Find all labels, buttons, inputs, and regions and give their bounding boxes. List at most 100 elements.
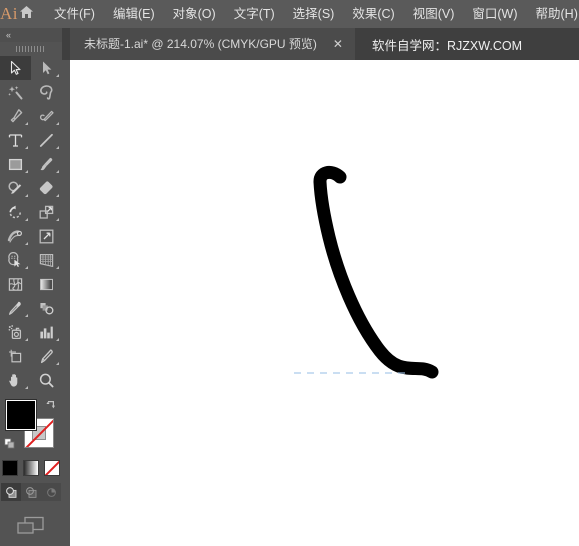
draw-inside-icon <box>46 487 56 497</box>
draw-inside-button[interactable] <box>41 483 61 501</box>
paint-mode-row <box>0 460 62 476</box>
home-button[interactable] <box>18 4 35 25</box>
paintbrush-icon <box>38 156 55 173</box>
curvature-tool[interactable] <box>31 104 62 128</box>
tool-flyout-corner-icon <box>25 266 28 269</box>
document-tab-bar: 未标题-1.ai* @ 214.07% (CMYK/GPU 预览) ✕ 软件自学… <box>0 28 579 60</box>
tool-flyout-corner-icon <box>56 122 59 125</box>
artboard-tool[interactable] <box>0 344 31 368</box>
selection-tool[interactable] <box>0 56 31 80</box>
lasso-icon <box>38 84 55 101</box>
tool-flyout-corner-icon <box>56 146 59 149</box>
curvature-pen-icon <box>38 108 55 125</box>
tool-flyout-corner-icon <box>56 338 59 341</box>
menu-object[interactable]: 对象(O) <box>164 5 225 24</box>
width-tool[interactable] <box>0 224 31 248</box>
tool-flyout-corner-icon <box>56 170 59 173</box>
tool-flyout-corner-icon <box>56 362 59 365</box>
canvas-left-gutter <box>62 60 70 546</box>
menu-bar: Ai 文件(F) 编辑(E) 对象(O) 文字(T) 选择(S) 效果(C) 视… <box>0 0 579 28</box>
draw-behind-button[interactable] <box>21 483 41 501</box>
menu-edit[interactable]: 编辑(E) <box>104 5 164 24</box>
rectangle-icon <box>7 156 24 173</box>
watermark-text: 软件自学网：RJZXW.COM <box>372 38 522 53</box>
menu-help[interactable]: 帮助(H) <box>527 5 579 24</box>
collapse-panel-button[interactable]: « <box>0 28 62 42</box>
close-icon[interactable]: ✕ <box>333 38 343 50</box>
draw-normal-icon <box>5 486 16 498</box>
width-icon <box>7 228 24 245</box>
magnifier-icon <box>38 372 55 389</box>
menu-effect[interactable]: 效果(C) <box>343 5 403 24</box>
type-T-icon <box>7 132 24 149</box>
tool-flyout-corner-icon <box>25 122 28 125</box>
none-mode-button[interactable] <box>44 460 60 476</box>
perspective-grid-tool[interactable] <box>31 248 62 272</box>
free-transform-tool[interactable] <box>31 224 62 248</box>
tool-flyout-corner-icon <box>25 218 28 221</box>
home-icon <box>18 4 35 25</box>
eraser-tool[interactable] <box>31 176 62 200</box>
artboard-icon <box>7 348 24 365</box>
scale-icon <box>38 204 55 221</box>
swap-fill-stroke-icon[interactable] <box>45 398 57 410</box>
mesh-tool[interactable] <box>0 272 31 296</box>
rotate-tool[interactable] <box>0 200 31 224</box>
tool-flyout-corner-icon <box>56 218 59 221</box>
free-transform-icon <box>38 228 55 245</box>
rectangle-tool[interactable] <box>0 152 31 176</box>
pen-tool[interactable] <box>0 104 31 128</box>
scale-tool[interactable] <box>31 200 62 224</box>
gradient-mode-button[interactable] <box>23 460 39 476</box>
zoom-tool[interactable] <box>31 368 62 392</box>
tool-flyout-corner-icon <box>25 386 28 389</box>
brush-stroke-path[interactable] <box>70 60 579 546</box>
tool-flyout-corner-icon <box>25 146 28 149</box>
menu-view[interactable]: 视图(V) <box>404 5 464 24</box>
shaper-tool[interactable] <box>0 176 31 200</box>
slice-knife-icon <box>38 348 55 365</box>
document-canvas[interactable] <box>70 60 579 546</box>
tool-flyout-corner-icon <box>56 74 59 77</box>
direct-selection-tool[interactable] <box>31 56 62 80</box>
fill-swatch[interactable] <box>6 400 36 430</box>
tool-flyout-corner-icon <box>25 338 28 341</box>
default-fill-stroke-icon[interactable] <box>4 437 16 449</box>
menu-item-list: 文件(F) 编辑(E) 对象(O) 文字(T) 选择(S) 效果(C) 视图(V… <box>45 5 579 24</box>
column-graph-tool[interactable] <box>31 320 62 344</box>
magic-wand-tool[interactable] <box>0 80 31 104</box>
slice-tool[interactable] <box>31 344 62 368</box>
menu-file[interactable]: 文件(F) <box>45 5 104 24</box>
tool-flyout-corner-icon <box>25 242 28 245</box>
change-screen-mode-button[interactable] <box>14 515 48 542</box>
grip-dots-icon <box>16 46 46 52</box>
shape-builder-tool[interactable] <box>0 248 31 272</box>
symbol-sprayer-tool[interactable] <box>0 320 31 344</box>
blend-tool[interactable] <box>31 296 62 320</box>
shaper-pencil-icon <box>7 180 24 197</box>
hand-tool[interactable] <box>0 368 31 392</box>
rotate-icon <box>7 204 24 221</box>
tool-flyout-corner-icon <box>25 170 28 173</box>
eyedropper-icon <box>7 300 24 317</box>
menu-window[interactable]: 窗口(W) <box>463 5 526 24</box>
draw-normal-button[interactable] <box>1 483 21 501</box>
eyedropper-tool[interactable] <box>0 296 31 320</box>
lasso-tool[interactable] <box>31 80 62 104</box>
illustrator-window: Ai 文件(F) 编辑(E) 对象(O) 文字(T) 选择(S) 效果(C) 视… <box>0 0 579 546</box>
menu-select[interactable]: 选择(S) <box>284 5 344 24</box>
tool-flyout-corner-icon <box>56 266 59 269</box>
blend-icon <box>38 300 55 317</box>
paintbrush-tool[interactable] <box>31 152 62 176</box>
color-mode-button[interactable] <box>2 460 18 476</box>
direct-selection-arrow-icon <box>39 60 55 76</box>
screen-mode-row <box>0 515 62 542</box>
tool-flyout-corner-icon <box>25 194 28 197</box>
menu-type[interactable]: 文字(T) <box>225 5 284 24</box>
document-tab-active[interactable]: 未标题-1.ai* @ 214.07% (CMYK/GPU 预览) ✕ <box>70 28 355 60</box>
type-tool[interactable] <box>0 128 31 152</box>
line-segment-tool[interactable] <box>31 128 62 152</box>
fill-stroke-controls <box>0 396 62 458</box>
panel-drag-handle[interactable] <box>0 42 62 56</box>
gradient-tool[interactable] <box>31 272 62 296</box>
